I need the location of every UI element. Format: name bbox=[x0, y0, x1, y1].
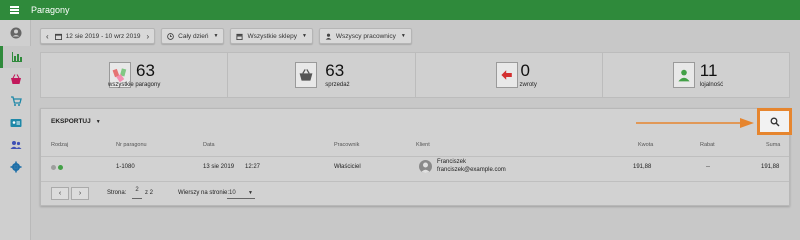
sidebar bbox=[0, 20, 31, 240]
basket-icon bbox=[295, 62, 318, 88]
store-icon bbox=[236, 33, 244, 40]
time-filter-label: Cały dzień bbox=[178, 32, 209, 40]
calendar-icon bbox=[54, 33, 62, 40]
pager-prev-button[interactable]: ‹ bbox=[51, 187, 69, 200]
column-header-total[interactable]: Suma bbox=[766, 142, 780, 148]
id-card-icon bbox=[10, 119, 21, 127]
column-header-number[interactable]: Nr paragonu bbox=[116, 142, 147, 148]
app-header: Paragony bbox=[0, 0, 800, 20]
divider bbox=[41, 181, 789, 182]
rows-per-page-select[interactable]: 10 ▼ bbox=[227, 187, 255, 199]
pager-next-button[interactable]: › bbox=[71, 187, 89, 200]
employee-filter-label: Wszyscy pracownicy bbox=[335, 32, 396, 40]
column-header-employee[interactable]: Pracownik bbox=[334, 142, 359, 148]
date-range-label: 12 sie 2019 - 10 wrz 2019 bbox=[65, 32, 141, 40]
basket-icon bbox=[10, 74, 21, 84]
cart-icon bbox=[10, 96, 22, 106]
employee-filter-dropdown[interactable]: Wszyscy pracownicy ▼ bbox=[318, 28, 412, 44]
people-icon bbox=[10, 141, 21, 149]
export-label: EKSPORTUJ bbox=[51, 118, 91, 125]
sidebar-item-employees[interactable] bbox=[0, 134, 31, 156]
sidebar-item-settings[interactable] bbox=[0, 156, 31, 178]
sidebar-item-products[interactable] bbox=[0, 90, 31, 112]
divider bbox=[41, 156, 789, 157]
column-header-date[interactable]: Data bbox=[203, 142, 215, 148]
date-range-picker[interactable]: ‹ 12 sie 2019 - 10 wrz 2019 › bbox=[40, 28, 156, 44]
stat-value: 11 bbox=[699, 61, 718, 80]
time-filter-dropdown[interactable]: Cały dzień ▼ bbox=[161, 28, 225, 44]
avatar bbox=[419, 160, 432, 173]
stat-label: lojalność bbox=[699, 82, 724, 88]
sidebar-item-clients[interactable] bbox=[0, 112, 31, 134]
client-email: franciszek@example.com bbox=[437, 167, 506, 173]
status-dot-green bbox=[58, 165, 63, 170]
receipt-number: 1-1080 bbox=[116, 164, 135, 170]
account-icon bbox=[10, 27, 21, 39]
receipt-amount: 191,88 bbox=[633, 164, 652, 170]
stat-value: 63 bbox=[325, 61, 345, 80]
receipt-total: 191,88 bbox=[761, 164, 780, 170]
chevron-down-icon: ▼ bbox=[248, 190, 253, 196]
column-header-type[interactable]: Rodzaj bbox=[51, 142, 68, 148]
export-button[interactable]: EKSPORTUJ ▼ bbox=[51, 118, 101, 125]
stat-value: 63 bbox=[136, 61, 155, 80]
prev-period-button[interactable]: ‹ bbox=[46, 32, 49, 41]
stat-loyalty[interactable]: 11 lojalność bbox=[603, 53, 789, 97]
receipts-table-card: EKSPORTUJ ▼ Rodzaj Nr paragonu Data Prac… bbox=[40, 108, 792, 206]
stat-label: sprzedaż bbox=[325, 82, 350, 88]
sidebar-item-account[interactable] bbox=[0, 22, 31, 44]
store-filter-label: Wszystkie sklepy bbox=[247, 32, 297, 40]
rows-per-page-label: Wierszy na stronie: bbox=[178, 190, 230, 196]
return-icon bbox=[495, 62, 518, 88]
page-label: Strona: bbox=[107, 190, 127, 196]
stat-returns[interactable]: 0 zwroty bbox=[416, 53, 603, 97]
filter-bar: ‹ 12 sie 2019 - 10 wrz 2019 › Cały dzień… bbox=[40, 28, 412, 44]
status-dot-gray bbox=[51, 165, 56, 170]
store-filter-dropdown[interactable]: Wszystkie sklepy ▼ bbox=[230, 28, 313, 44]
chevron-down-icon: ▼ bbox=[400, 33, 406, 39]
sidebar-item-reports[interactable] bbox=[0, 46, 31, 68]
column-header-amount[interactable]: Kwota bbox=[638, 142, 653, 148]
page-number-input[interactable]: 2 bbox=[132, 187, 142, 199]
clock-icon bbox=[167, 32, 174, 40]
stat-all-receipts[interactable]: 63 wszystkie paragony bbox=[41, 53, 229, 97]
bar-chart-icon bbox=[12, 52, 22, 62]
arrow-pointer-icon bbox=[636, 118, 754, 128]
chevron-down-icon: ▼ bbox=[95, 118, 101, 125]
stat-label: wszystkie paragony bbox=[108, 82, 161, 88]
page-title: Paragony bbox=[31, 5, 70, 15]
sidebar-item-sales[interactable] bbox=[0, 68, 31, 90]
column-header-client[interactable]: Klient bbox=[416, 142, 430, 148]
person-icon bbox=[325, 33, 332, 40]
chevron-down-icon: ▼ bbox=[213, 33, 219, 39]
search-icon bbox=[770, 117, 779, 126]
chevron-down-icon: ▼ bbox=[301, 33, 307, 39]
loyalty-icon bbox=[672, 62, 695, 88]
page-total: z 2 bbox=[145, 190, 154, 196]
receipt-time: 12:27 bbox=[245, 164, 261, 170]
receipt-date: 13 sie 2019 bbox=[203, 164, 235, 170]
stat-value: 0 bbox=[520, 61, 530, 80]
receipt-discount: -- bbox=[706, 164, 710, 170]
next-period-button[interactable]: › bbox=[146, 32, 149, 41]
receipt-employee: Właściciel bbox=[334, 164, 361, 170]
client-name: Franciszek bbox=[437, 159, 467, 165]
column-header-discount[interactable]: Rabat bbox=[700, 142, 715, 148]
rows-per-page-value: 10 bbox=[229, 190, 236, 196]
stats-panel: 63 wszystkie paragony 63 sprzedaż 0 zwro… bbox=[40, 52, 790, 98]
menu-icon[interactable] bbox=[9, 4, 21, 16]
gear-icon bbox=[10, 161, 21, 173]
search-button[interactable] bbox=[757, 108, 792, 135]
stat-sales[interactable]: 63 sprzedaż bbox=[228, 53, 416, 97]
stat-label: zwroty bbox=[519, 82, 537, 88]
